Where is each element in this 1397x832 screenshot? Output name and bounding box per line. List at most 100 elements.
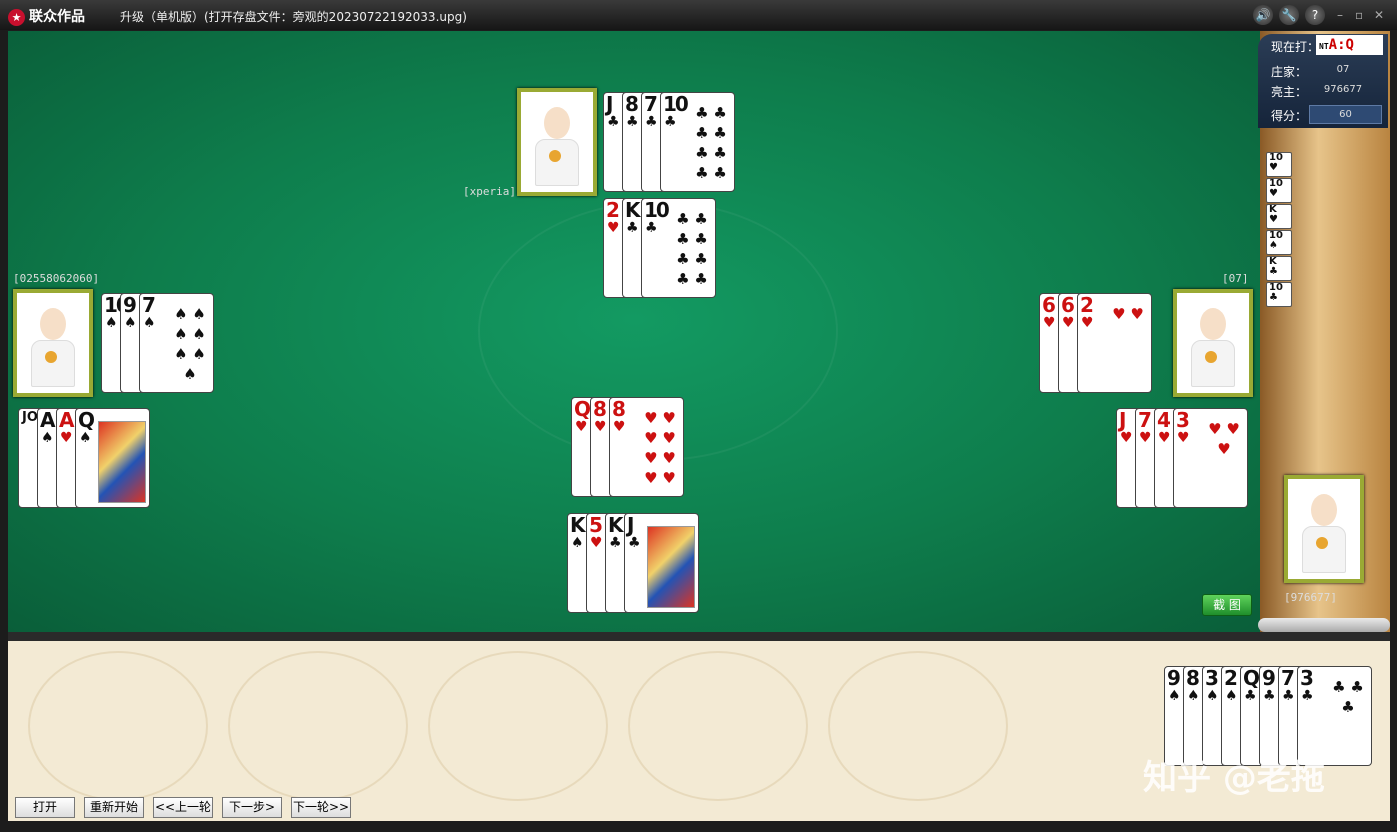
close-icon[interactable]: ✕ [1374,8,1384,22]
card-rank: 9 [123,293,137,317]
played-card-right: 3 ♥ ♥ ♥ ♥ [1173,408,1248,508]
card-suit-icon: ♣ [609,535,622,551]
trump-label: 亮主： [1271,85,1308,99]
trump-value: 976677 [1323,84,1363,95]
card-suit-icon: ♣ [1301,688,1314,704]
card-suit-icon: ♣ [1282,688,1295,704]
card-suit-icon: ♥ [590,535,603,551]
title-bar: ★ 联众作品 升级（单机版）(打开存盘文件：旁观的20230722192033.u… [0,0,1397,30]
card-rank: 2 [606,198,620,222]
card-suit-icon: ♥ [1120,430,1133,446]
help-icon[interactable]: ? [1305,5,1325,25]
played-card-center: J ♣ [624,513,699,613]
played-card-left: Q ♠ [75,408,150,508]
card-rank: J [627,513,635,537]
card-rank: J [606,92,614,116]
card-suit-icon: ♣ [645,220,658,236]
card-pips: ♥ ♥ [1112,305,1144,323]
minimize-icon[interactable]: – [1337,8,1343,22]
card-suit-icon: ♣ [626,114,639,130]
star-icon: ★ [8,8,25,26]
card-suit-icon: ♣ [1263,688,1276,704]
player-name-top: [xperia] [463,185,516,198]
played-card-center-prev: 8 ♥ ♥ ♥ ♥ ♥ ♥ ♥ ♥ ♥ [609,397,684,497]
card-rank: 8 [593,397,607,421]
card-rank: 3 [1176,408,1190,432]
avatar-bottom[interactable] [1284,475,1364,583]
card-suit-icon: ♣ [628,535,641,551]
score-value: 60 [1339,109,1352,120]
card-rank: 4 [1157,408,1171,432]
card-suit-icon: ♥ [1081,315,1094,331]
settings-icon[interactable]: 🔧 [1279,5,1299,25]
history-card: 10 ♥ [1266,178,1292,203]
card-suit-icon: ♣ [607,114,620,130]
history-card: 10 ♣ [1266,282,1292,307]
window-title: 升级（单机版）(打开存盘文件：旁观的20230722192033.upg) [120,10,467,24]
card-rank: 7 [1281,666,1295,690]
card-rank: 7 [1138,408,1152,432]
restart-button[interactable]: 重新开始 [84,797,144,818]
history-card: 10 ♠ [1266,230,1292,255]
played-card-top: 10 ♣ ♣ ♣ ♣ ♣ ♣ ♣ ♣ ♣ [641,198,716,298]
joker-label: JOKER [22,411,67,424]
played-card-right-prev: 2 ♥ ♥ ♥ [1077,293,1152,393]
side-panel-bottom [1258,618,1390,632]
card-suit-icon: ♠ [124,315,137,331]
card-rank: 8 [1186,666,1200,690]
history-card: K ♥ [1266,204,1292,229]
player-name-left: [02558062060] [13,272,100,285]
dealer-value: 07 [1336,64,1350,75]
history-card: K ♣ [1266,256,1292,281]
card-suit-icon: ♥ [1139,430,1152,446]
court-card-art [647,526,695,608]
card-suit-icon: ♥ [1158,430,1171,446]
card-rank: K [570,513,585,537]
card-suit-icon: ♥ [1043,315,1056,331]
card-pips: ♣ ♣ ♣ ♣ ♣ ♣ ♣ ♣ [695,104,727,182]
avatar-right[interactable] [1173,289,1253,397]
avatar-left[interactable] [13,289,93,397]
card-rank: 9 [1167,666,1181,690]
app-logo: ★ 联众作品 [8,6,85,26]
card-pips: ♣ ♣ ♣ ♣ ♣ ♣ ♣ ♣ [676,210,708,288]
card-rank: 7 [142,293,156,317]
restore-icon[interactable]: ▫ [1355,8,1363,22]
card-rank: Q [574,397,591,421]
card-suit-icon: ♠ [105,315,118,331]
card-rank: 3 [1300,666,1314,690]
card-rank: 10 [644,198,670,222]
playing-level-box: NTA:Q [1316,35,1383,55]
card-suit-icon: ♣ [664,114,677,130]
card-rank: 2 [1224,666,1238,690]
card-rank: 8 [612,397,626,421]
sound-icon[interactable]: 🔊 [1253,5,1273,25]
card-suit-icon: ♠ [41,430,54,446]
card-suit-icon: ♣ [645,114,658,130]
played-card-left-prev: 7 ♠ ♠ ♠ ♠ ♠ ♠ ♠ ♠ [139,293,214,393]
card-suit-icon: ♣ [626,220,639,236]
prev-round-button[interactable]: <<上一轮 [153,797,213,818]
card-rank: 6 [1042,293,1056,317]
avatar-top[interactable] [517,88,597,196]
screenshot-button[interactable]: 截 图 [1202,594,1252,616]
card-suit-icon: ♥ [575,419,588,435]
card-rank: J [1119,408,1127,432]
score-box: 60 [1309,105,1382,124]
player-name-right: [07] [1222,272,1249,285]
played-card-top-prev: 10 ♣ ♣ ♣ ♣ ♣ ♣ ♣ ♣ ♣ [660,92,735,192]
next-step-button[interactable]: 下一步> [222,797,282,818]
card-suit-icon: ♠ [1187,688,1200,704]
card-rank: 9 [1262,666,1276,690]
card-rank: 3 [1205,666,1219,690]
card-rank: K [608,513,623,537]
score-label: 得分： [1271,109,1308,123]
card-suit-icon: ♥ [594,419,607,435]
card-suit-icon: ♣ [1244,688,1257,704]
next-round-button[interactable]: 下一轮>> [291,797,351,818]
card-suit-icon: ♥ [1177,430,1190,446]
card-suit-icon: ♥ [607,220,620,236]
card-pips: ♣ ♣ ♣ [1332,678,1364,716]
open-button[interactable]: 打开 [15,797,75,818]
history-card: 10 ♥ [1266,152,1292,177]
